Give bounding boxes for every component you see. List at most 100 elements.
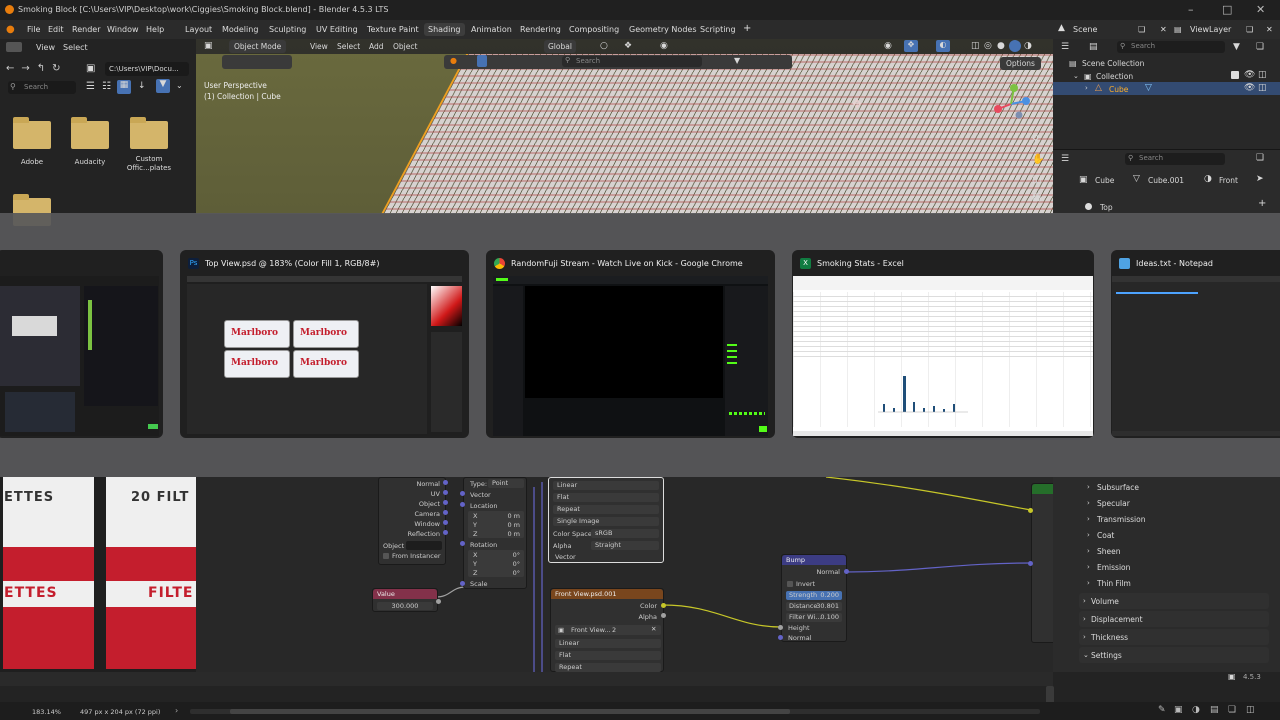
menu-add[interactable]: Add <box>369 42 384 51</box>
object-type-filter-icon[interactable] <box>477 55 487 67</box>
menu-edit[interactable]: Edit <box>48 25 64 34</box>
panel-specular[interactable]: Specular <box>1097 499 1130 508</box>
document-info[interactable]: 497 px x 204 px (72 ppi) <box>80 708 160 716</box>
projection-dropdown[interactable]: Flat <box>555 651 661 660</box>
image-texture-node[interactable]: Linear Flat Repeat Single Image Color Sp… <box>548 477 664 563</box>
rot-z-value[interactable]: 0° <box>513 569 520 577</box>
camera-view-icon[interactable]: ◫ <box>1032 174 1041 185</box>
loc-y-value[interactable]: 0 m <box>507 521 520 529</box>
task-card-notepad[interactable]: Ideas.txt - Notepad <box>1111 250 1280 438</box>
rot-y-value[interactable]: 0° <box>513 560 520 568</box>
image-name[interactable]: Front View... <box>571 626 611 634</box>
image-editor[interactable]: ETTES 20 FILT ETTES FILTE <box>0 477 196 672</box>
menu-window[interactable]: Window <box>107 25 139 34</box>
exclude-checkbox[interactable] <box>1231 71 1239 79</box>
render-camera-icon[interactable]: ◫ <box>1258 83 1267 93</box>
scrollbar-thumb[interactable] <box>230 709 790 714</box>
material-preview-icon[interactable] <box>1009 40 1021 52</box>
overlay-toggle-icon[interactable]: ◐ <box>936 40 950 52</box>
filter-icon[interactable]: ▼ <box>156 79 170 93</box>
pen-icon[interactable]: ✎ <box>1158 705 1166 715</box>
task-card-blender[interactable] <box>0 250 163 438</box>
bump-node-header[interactable]: Bump <box>782 555 846 565</box>
expand-icon[interactable]: › <box>1087 499 1090 507</box>
texture-coordinate-node[interactable]: Normal UV Object Camera Window Reflectio… <box>378 477 446 565</box>
path-field[interactable]: C:\Users\VIP\Docu... <box>105 62 189 76</box>
maximize-icon[interactable]: □ <box>1222 3 1232 16</box>
editor-type-icon[interactable]: ☰ <box>1061 154 1069 164</box>
tab-rendering[interactable]: Rendering <box>520 25 561 34</box>
view-layer-name[interactable]: ViewLayer <box>1190 25 1231 34</box>
editor-type-icon[interactable]: ☰ <box>1061 42 1069 52</box>
trash-icon[interactable]: ◫ <box>1246 705 1255 715</box>
expand-icon[interactable]: › <box>1087 547 1090 555</box>
expand-icon[interactable]: › <box>1085 84 1088 92</box>
tab-uv-editing[interactable]: UV Editing <box>316 25 358 34</box>
panel-sheen[interactable]: Sheen <box>1097 547 1121 556</box>
object-field[interactable] <box>406 541 442 550</box>
section-settings-label[interactable]: Settings <box>1091 651 1122 660</box>
outliner-search-input[interactable]: Search <box>1117 41 1225 53</box>
tab-scripting[interactable]: Scripting <box>700 25 736 34</box>
breadcrumb-object[interactable]: Cube <box>1095 176 1114 185</box>
menu-render[interactable]: Render <box>72 25 100 34</box>
filter-width-field[interactable]: Filter Wi... 0.100 <box>786 613 842 622</box>
parent-dir-icon[interactable]: ↰ <box>37 63 45 74</box>
filter-icon[interactable]: ▼ <box>1233 42 1240 52</box>
delete-scene-icon[interactable]: ✕ <box>1160 25 1167 34</box>
refresh-icon[interactable]: ↻ <box>52 63 60 74</box>
tab-modeling[interactable]: Modeling <box>222 25 258 34</box>
socket[interactable] <box>661 603 666 608</box>
filter-icon[interactable]: ▼ <box>734 56 740 65</box>
solid-shading-icon[interactable]: ● <box>997 41 1005 51</box>
expand-icon[interactable]: › <box>1087 563 1090 571</box>
task-card-excel[interactable]: X Smoking Stats - Excel <box>792 250 1094 438</box>
panel-transmission[interactable]: Transmission <box>1097 515 1145 524</box>
section-volume-label[interactable]: Volume <box>1091 597 1119 606</box>
folder-icon[interactable] <box>71 117 109 149</box>
socket[interactable] <box>443 500 448 505</box>
pin-icon[interactable]: ❏ <box>1256 153 1264 163</box>
mode-dropdown[interactable]: Object Mode <box>229 40 287 53</box>
breadcrumb-material[interactable]: Front <box>1219 176 1238 185</box>
pan-hand-icon[interactable]: ✋ <box>1032 154 1044 165</box>
folder-custom-label[interactable]: Custom Offic...plates <box>119 155 179 173</box>
orientation-dropdown[interactable]: Global <box>544 40 576 53</box>
visibility-icon[interactable]: ◉ <box>884 41 892 51</box>
detail-view-icon[interactable]: ☷ <box>102 81 111 92</box>
new-view-layer-icon[interactable]: ❏ <box>1246 25 1253 34</box>
panel-subsurface[interactable]: Subsurface <box>1097 483 1139 492</box>
new-scene-icon[interactable]: ❏ <box>1138 25 1145 34</box>
socket[interactable] <box>460 491 465 496</box>
socket[interactable] <box>460 581 465 586</box>
navigation-gizmo[interactable] <box>986 79 1036 129</box>
new-collection-icon[interactable]: ❏ <box>1256 42 1264 52</box>
panel-thin-film[interactable]: Thin Film <box>1097 579 1131 588</box>
close-icon[interactable]: ✕ <box>1256 3 1265 16</box>
socket[interactable] <box>844 569 849 574</box>
location-fields[interactable]: X 0 m Y 0 m Z 0 m <box>468 511 524 538</box>
rendered-shading-icon[interactable]: ◑ <box>1024 41 1032 51</box>
socket[interactable] <box>443 510 448 515</box>
list-view-icon[interactable]: ☰ <box>86 81 95 92</box>
menu-view[interactable]: View <box>36 43 55 52</box>
section-thickness-label[interactable]: Thickness <box>1091 633 1128 642</box>
color-space-dropdown[interactable]: sRGB <box>591 529 659 538</box>
horizontal-scrollbar[interactable] <box>190 709 1040 714</box>
pin-icon[interactable]: ➤ <box>1256 174 1264 184</box>
front-view-image-node[interactable]: Front View.psd.001 Color Alpha ▣ Front V… <box>550 588 664 672</box>
add-slot-icon[interactable]: + <box>1258 198 1266 209</box>
expand-icon[interactable]: › <box>1083 597 1086 605</box>
rotation-fields[interactable]: X 0° Y 0° Z 0° <box>468 550 524 577</box>
file-search-input[interactable]: Search <box>8 81 76 94</box>
pivot-icon[interactable]: ○ <box>600 41 608 51</box>
bsdf-node-header[interactable] <box>1032 484 1053 494</box>
invert-checkbox[interactable] <box>787 581 793 587</box>
principled-bsdf-node[interactable] <box>1031 483 1053 643</box>
select-mode-buttons[interactable] <box>222 55 292 69</box>
type-dropdown[interactable]: Point <box>488 479 524 488</box>
tab-geometry-nodes[interactable]: Geometry Nodes <box>629 25 696 34</box>
menu-object[interactable]: Object <box>393 42 417 51</box>
back-icon[interactable]: ← <box>6 63 14 74</box>
socket[interactable] <box>1028 561 1033 566</box>
